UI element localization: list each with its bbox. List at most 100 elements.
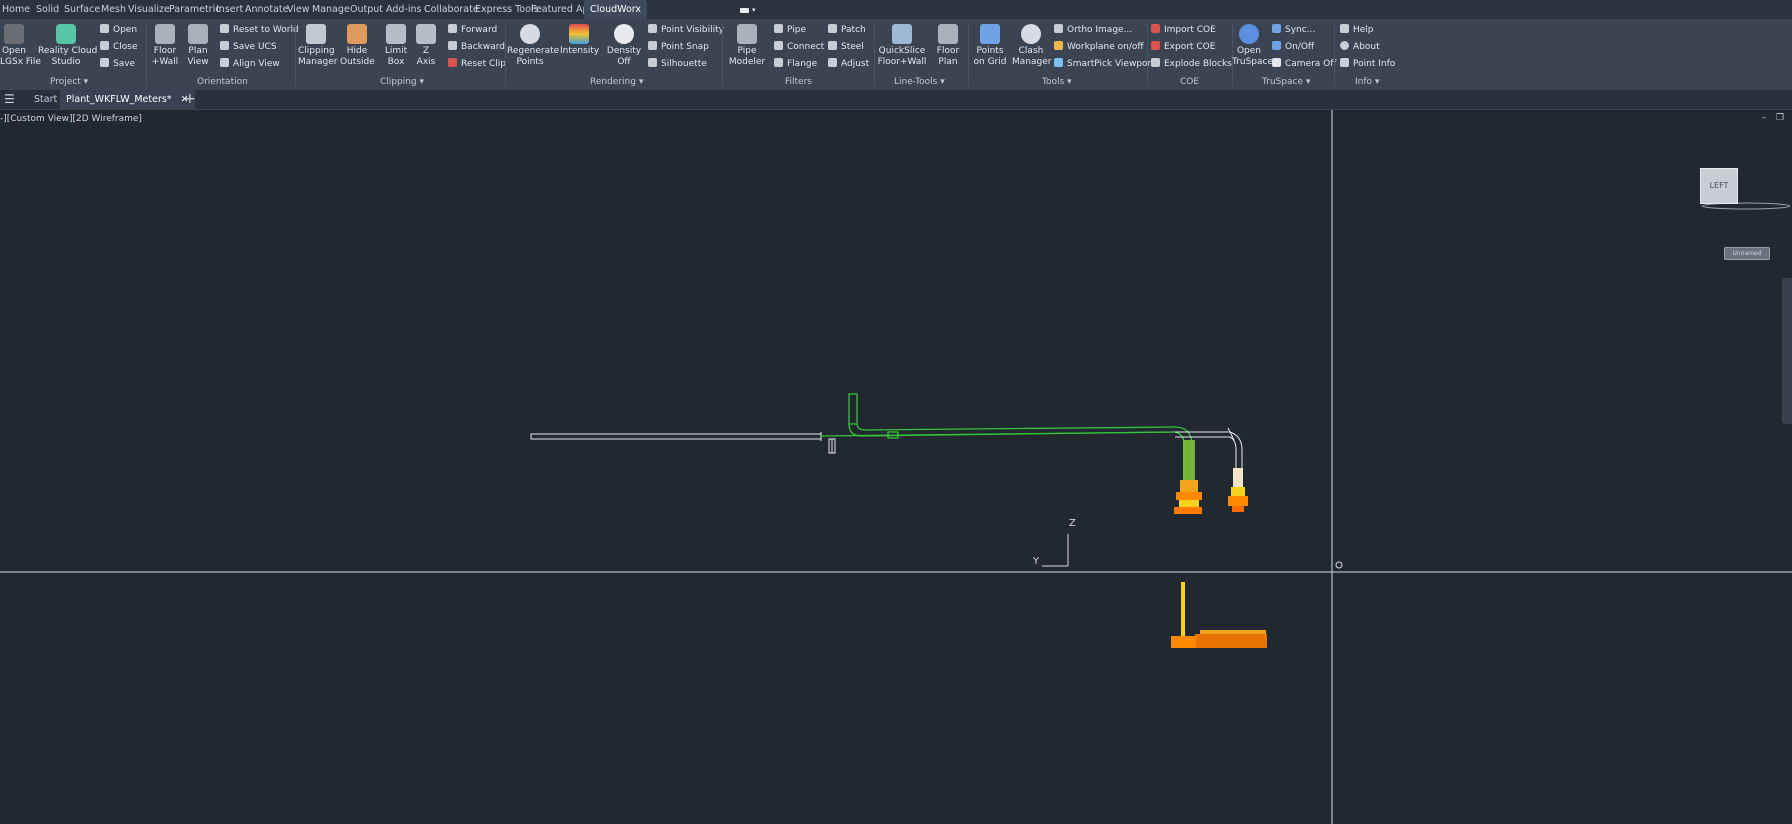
tab-home[interactable]: Home xyxy=(2,0,30,19)
pipe-button[interactable]: Pipe xyxy=(774,22,806,38)
floor-plan-button[interactable]: Floor Plan xyxy=(934,24,962,68)
silhouette-icon xyxy=(648,58,657,67)
open-truspace-button[interactable]: Open TruSpace xyxy=(1232,24,1273,68)
forward-button[interactable]: Forward xyxy=(448,22,497,38)
tab-output[interactable]: Output xyxy=(350,0,383,19)
silhouette-button[interactable]: Silhouette xyxy=(648,56,707,72)
save-ucs-button[interactable]: Save UCS xyxy=(220,39,277,55)
clipping-manager-icon xyxy=(306,24,326,44)
camera-off-button[interactable]: Camera Off xyxy=(1272,56,1336,72)
tab-add-ins[interactable]: Add-ins xyxy=(386,0,421,19)
help-icon xyxy=(1340,24,1349,33)
hamburger-menu-icon[interactable]: ☰ xyxy=(4,90,15,109)
intensity-icon xyxy=(569,24,589,44)
ribbon-divider xyxy=(722,24,723,86)
floor-wall-button[interactable]: Floor +Wall xyxy=(150,24,180,68)
open-lgsx-button[interactable]: Open LGSx File xyxy=(0,24,41,68)
close-button[interactable]: Close xyxy=(100,39,138,55)
group-label-coe: COE xyxy=(1180,77,1200,87)
sync-button[interactable]: Sync... xyxy=(1272,22,1315,38)
valve-point-cloud-right xyxy=(1228,468,1248,512)
clash-manager-button[interactable]: Clash Manager xyxy=(1012,24,1051,68)
patch-button[interactable]: Patch xyxy=(828,22,866,38)
group-label-clipping: Clipping ▾ xyxy=(380,77,425,87)
group-label-project: Project ▾ xyxy=(50,77,89,87)
help-button[interactable]: Help xyxy=(1340,22,1374,38)
tab-annotate[interactable]: Annotate xyxy=(245,0,288,19)
reality-cloud-studio-button[interactable]: Reality Cloud Studio xyxy=(38,24,97,68)
reset-clip-button[interactable]: Reset Clip xyxy=(448,56,506,72)
point-visibility-button[interactable]: Point Visibility xyxy=(648,22,724,38)
tab-manage[interactable]: Manage xyxy=(312,0,350,19)
export-coe-button[interactable]: Export COE xyxy=(1151,39,1215,55)
quickslice-button[interactable]: QuickSlice Floor+Wall xyxy=(876,24,928,68)
ortho-icon xyxy=(1054,24,1063,33)
tab-parametric[interactable]: Parametric xyxy=(169,0,220,19)
tab-view[interactable]: View xyxy=(287,0,310,19)
points-on-grid-button[interactable]: Points on Grid xyxy=(972,24,1008,68)
lower-point-cloud xyxy=(1171,582,1267,648)
save-icon xyxy=(100,58,109,67)
tab-solid[interactable]: Solid xyxy=(36,0,59,19)
group-label-line-tools: Line-Tools ▾ xyxy=(894,77,945,87)
limit-box-icon xyxy=(386,24,406,44)
workplane-button[interactable]: Workplane on/off xyxy=(1054,39,1144,55)
ucs-z-label: Z xyxy=(1069,518,1076,529)
info-icon xyxy=(1340,41,1349,50)
connect-button[interactable]: Connect xyxy=(774,39,824,55)
reset-to-world-button[interactable]: Reset to World xyxy=(220,22,299,38)
adjust-button[interactable]: Adjust xyxy=(828,56,869,72)
point-snap-button[interactable]: Point Snap xyxy=(648,39,709,55)
tab-express-tools[interactable]: Express Tools xyxy=(475,0,539,19)
reality-cloud-icon xyxy=(56,24,76,44)
clipping-manager-button[interactable]: Clipping Manager xyxy=(298,24,337,68)
doc-tab-active[interactable]: Plant_WKFLW_Meters* ✕ xyxy=(60,90,195,109)
forward-icon xyxy=(448,24,457,33)
toggle-icon xyxy=(1272,41,1281,50)
ucs-unnamed-dropdown[interactable]: Unnamed xyxy=(1724,247,1770,260)
plan-view-button[interactable]: Plan View xyxy=(184,24,212,68)
truspace-onoff-button[interactable]: On/Off xyxy=(1272,39,1314,55)
pipe-modeler-button[interactable]: Pipe Modeler xyxy=(727,24,767,68)
truspace-icon xyxy=(1239,24,1259,44)
backward-icon xyxy=(448,41,457,50)
tab-visualize[interactable]: Visualize xyxy=(128,0,170,19)
ribbon-divider xyxy=(874,24,875,86)
tab-mesh[interactable]: Mesh xyxy=(101,0,126,19)
new-tab-icon[interactable]: + xyxy=(184,90,196,109)
group-label-truspace: TruSpace ▾ xyxy=(1262,77,1311,87)
quickslice-icon xyxy=(892,24,912,44)
about-button[interactable]: About xyxy=(1340,39,1380,55)
open-button[interactable]: Open xyxy=(100,22,137,38)
tab-insert[interactable]: Insert xyxy=(216,0,243,19)
viewcube-face-left[interactable]: LEFT xyxy=(1700,168,1738,204)
tab-cloudworx[interactable]: CloudWorx xyxy=(584,0,648,19)
z-axis-button[interactable]: Z Axis xyxy=(416,24,436,68)
density-off-button[interactable]: Density Off xyxy=(606,24,642,68)
tab-surface[interactable]: Surface xyxy=(64,0,100,19)
regenerate-points-button[interactable]: Regenerate Points xyxy=(507,24,559,68)
save-button[interactable]: Save xyxy=(100,56,135,72)
intensity-button[interactable]: Intensity xyxy=(560,24,599,57)
floor-wall-icon xyxy=(155,24,175,44)
hide-outside-button[interactable]: Hide Outside xyxy=(340,24,375,68)
import-coe-button[interactable]: Import COE xyxy=(1151,22,1216,38)
keyboard-dropdown-icon[interactable]: ▾ xyxy=(738,4,758,15)
align-view-button[interactable]: Align View xyxy=(220,56,280,72)
smartpick-button[interactable]: SmartPick Viewport xyxy=(1054,56,1155,72)
crosshair-pickbox xyxy=(1335,561,1343,569)
tab-collaborate[interactable]: Collaborate xyxy=(424,0,479,19)
doc-tab-start[interactable]: Start xyxy=(34,90,57,109)
explode-blocks-button[interactable]: Explode Blocks xyxy=(1151,56,1232,72)
flange-button[interactable]: Flange xyxy=(774,56,817,72)
steel-button[interactable]: Steel xyxy=(828,39,864,55)
ribbon-divider xyxy=(295,24,296,86)
drawing-viewport[interactable]: -][Custom View][2D Wireframe] – ❐ Z Y LE… xyxy=(0,110,1792,824)
ortho-image-button[interactable]: Ortho Image... xyxy=(1054,22,1132,38)
point-info-button[interactable]: Point Info xyxy=(1340,56,1395,72)
ribbon-divider xyxy=(1147,24,1148,86)
adjust-icon xyxy=(828,58,837,67)
backward-button[interactable]: Backward xyxy=(448,39,505,55)
navigation-bar[interactable] xyxy=(1782,278,1792,424)
limit-box-button[interactable]: Limit Box xyxy=(382,24,410,68)
